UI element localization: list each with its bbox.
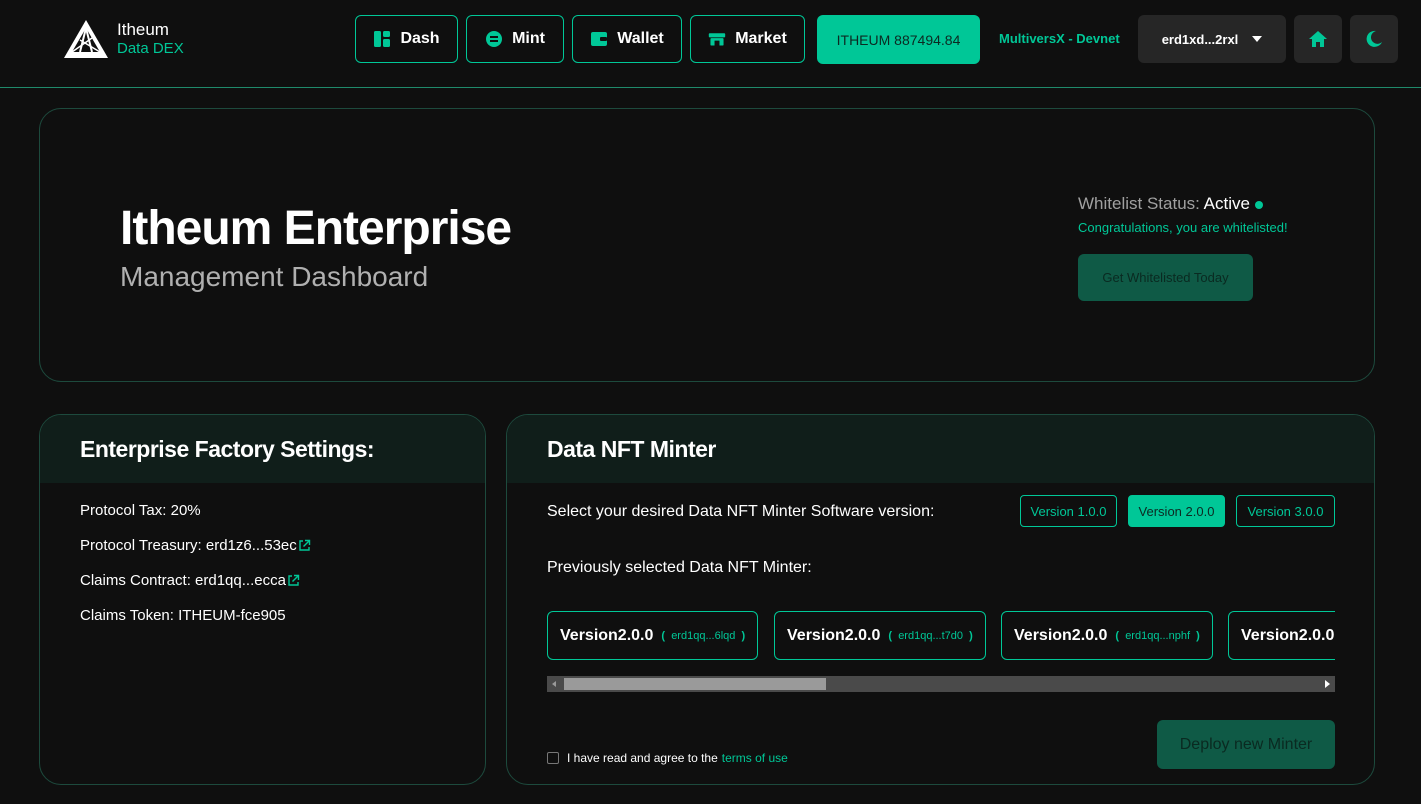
- whitelist-message: Congratulations, you are whitelisted!: [1078, 220, 1288, 235]
- dashboard-icon: [374, 31, 391, 47]
- account-dropdown[interactable]: erd1xd...2rxl: [1138, 15, 1286, 63]
- data-nft-minter-panel: Data NFT Minter Select your desired Data…: [506, 414, 1375, 785]
- deploy-minter-button[interactable]: Deploy new Minter: [1157, 720, 1335, 769]
- nav-wallet-label: Wallet: [617, 30, 664, 47]
- wallet-icon: [591, 32, 608, 46]
- external-link-icon[interactable]: [287, 574, 300, 587]
- agree-text: I have read and agree to the: [567, 751, 718, 765]
- nav-wallet-button[interactable]: Wallet: [572, 15, 682, 63]
- hero-panel: Itheum Enterprise Management Dashboard W…: [39, 108, 1375, 382]
- theme-toggle-button[interactable]: [1350, 15, 1398, 63]
- whitelist-status-label: Whitelist Status:: [1078, 194, 1200, 213]
- claims-token: Claims Token: ITHEUM-fce905: [80, 607, 286, 624]
- minter-version: Version2.0.0: [560, 626, 654, 644]
- account-address: erd1xd...2rxl: [1161, 31, 1239, 47]
- nav-dash-button[interactable]: Dash: [355, 15, 458, 63]
- version-select-label: Select your desired Data NFT Minter Soft…: [547, 503, 935, 520]
- protocol-treasury-row: Protocol Treasury: erd1z6...53ec: [80, 536, 485, 571]
- status-dot-icon: [1254, 200, 1263, 209]
- scroll-left-icon[interactable]: [552, 681, 556, 687]
- minter-version: Version2.0.0: [787, 626, 881, 644]
- previous-minters-list: Version2.0.0 ( erd1qq...6lqd ) Version2.…: [547, 611, 1335, 663]
- terms-of-use-link[interactable]: terms of use: [722, 751, 788, 765]
- protocol-treasury: Protocol Treasury: erd1z6...53ec: [80, 537, 297, 554]
- previous-minters-label: Previously selected Data NFT Minter:: [547, 559, 812, 576]
- brand[interactable]: Itheum Data DEX: [117, 20, 184, 58]
- previous-minter-card[interactable]: Version2.0.0 ( erd1qq...nphf ): [1001, 611, 1213, 660]
- network-label: MultiversX - Devnet: [999, 31, 1120, 46]
- version-3-button[interactable]: Version 3.0.0: [1236, 495, 1335, 527]
- nav-mint-label: Mint: [512, 30, 545, 47]
- minter-address: erd1qq...6lqd: [671, 629, 736, 642]
- terms-checkbox[interactable]: [547, 752, 559, 764]
- get-whitelisted-button[interactable]: Get Whitelisted Today: [1078, 254, 1253, 301]
- brand-subtitle: Data DEX: [117, 40, 184, 57]
- whitelist-status-value: Active: [1203, 194, 1250, 213]
- chevron-down-icon: [1252, 36, 1263, 42]
- horizontal-scrollbar[interactable]: [547, 676, 1335, 692]
- minter-version: Version2.0.0: [1241, 626, 1335, 644]
- whitelist-status: Whitelist Status: Active: [1078, 194, 1263, 214]
- previous-minter-card[interactable]: Version2.0.0 ( erd1qq...t7d0 ): [774, 611, 986, 660]
- itheum-logo-icon[interactable]: [62, 18, 110, 60]
- home-icon: [1309, 31, 1327, 47]
- market-icon: [709, 33, 726, 46]
- claims-contract-row: Claims Contract: erd1qq...ecca: [80, 571, 485, 606]
- nav-market-label: Market: [735, 30, 787, 47]
- brand-name: Itheum: [117, 20, 169, 39]
- previous-minter-card[interactable]: Version2.0.0: [1228, 611, 1335, 660]
- factory-settings-panel: Enterprise Factory Settings: Protocol Ta…: [39, 414, 486, 785]
- page-title: Itheum Enterprise: [120, 202, 512, 255]
- factory-settings-title: Enterprise Factory Settings:: [40, 415, 485, 483]
- minter-title: Data NFT Minter: [507, 415, 1374, 483]
- scrollbar-thumb[interactable]: [564, 678, 826, 690]
- nav-mint-button[interactable]: Mint: [466, 15, 564, 63]
- scroll-right-icon[interactable]: [1325, 680, 1330, 688]
- previous-minter-card[interactable]: Version2.0.0 ( erd1qq...6lqd ): [547, 611, 758, 660]
- version-2-button[interactable]: Version 2.0.0: [1128, 495, 1225, 527]
- home-button[interactable]: [1294, 15, 1342, 63]
- moon-icon: [1366, 30, 1382, 47]
- protocol-tax-row: Protocol Tax: 20%: [80, 501, 485, 536]
- protocol-tax: Protocol Tax: 20%: [80, 502, 201, 519]
- external-link-icon[interactable]: [298, 539, 311, 552]
- minter-address: erd1qq...nphf: [1125, 629, 1191, 642]
- top-navbar: Itheum Data DEX Dash Mint Wallet Market …: [0, 0, 1421, 88]
- terms-agreement: I have read and agree to the terms of us…: [547, 751, 788, 765]
- token-balance-button[interactable]: ITHEUM 887494.84: [817, 15, 980, 64]
- claims-contract: Claims Contract: erd1qq...ecca: [80, 572, 286, 589]
- version-1-button[interactable]: Version 1.0.0: [1020, 495, 1117, 527]
- nav-market-button[interactable]: Market: [690, 15, 805, 63]
- minter-version: Version2.0.0: [1014, 626, 1108, 644]
- minter-address: erd1qq...t7d0: [898, 629, 964, 642]
- nav-dash-label: Dash: [400, 30, 440, 47]
- claims-token-row: Claims Token: ITHEUM-fce905: [80, 606, 485, 641]
- page-subtitle: Management Dashboard: [120, 261, 429, 292]
- mint-icon: [486, 31, 503, 47]
